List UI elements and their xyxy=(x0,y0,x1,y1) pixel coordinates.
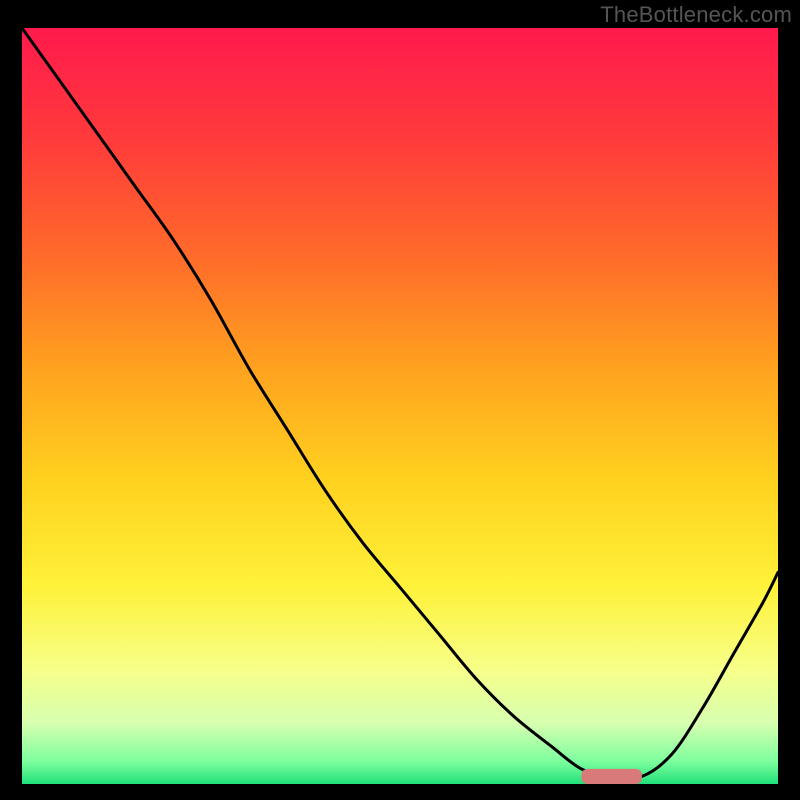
chart-container: TheBottleneck.com xyxy=(0,0,800,800)
optimal-marker xyxy=(581,769,642,784)
bottleneck-chart xyxy=(22,28,778,784)
gradient-background xyxy=(22,28,778,784)
watermark-text: TheBottleneck.com xyxy=(600,2,792,28)
chart-frame xyxy=(22,28,778,784)
